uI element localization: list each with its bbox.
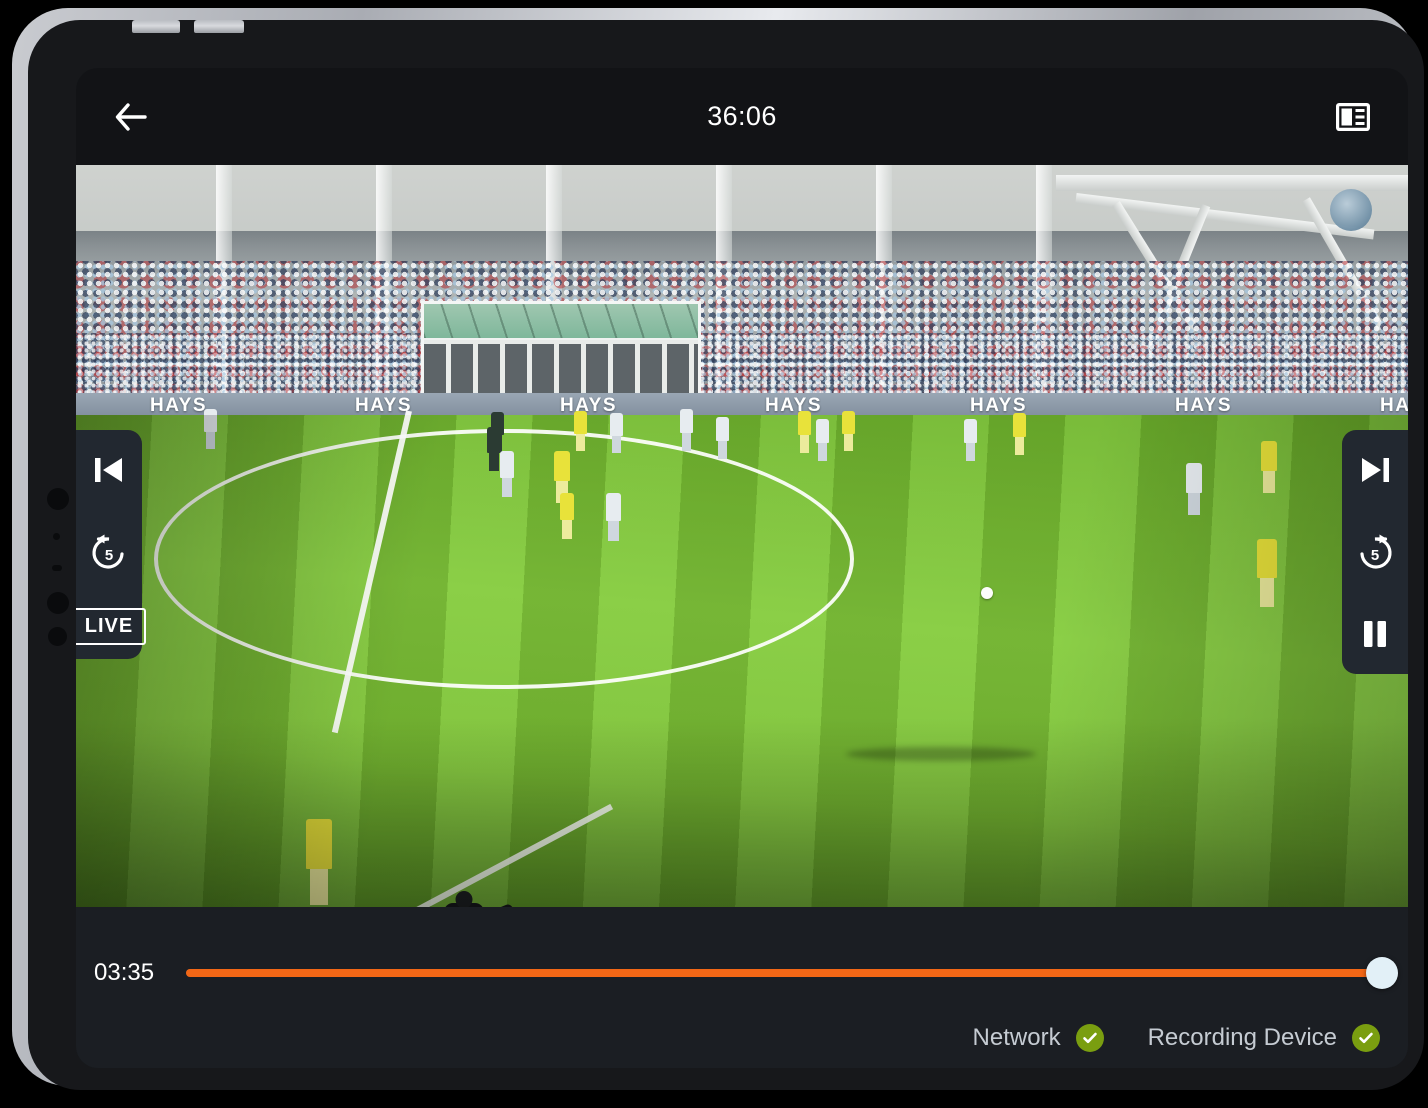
proximity-sensor [52, 565, 62, 571]
seek-bar-thumb[interactable] [1366, 957, 1398, 989]
advert-board: HAYS [149, 395, 208, 416]
elapsed-time: 03:35 [94, 959, 155, 986]
tablet-device-frame: 36:06 HAYS HAYS HAYS HAYS HAYS HAYS HA 5… [12, 8, 1424, 1090]
skip-to-end-icon [1362, 458, 1389, 482]
forward-5-button[interactable]: 5 [1349, 526, 1401, 578]
panel-toggle-button[interactable] [1326, 90, 1380, 144]
pause-button[interactable] [1349, 608, 1401, 660]
advert-board: HAYS [764, 395, 823, 416]
live-badge-button[interactable]: LIVE [76, 608, 147, 645]
app-screen: 36:06 HAYS HAYS HAYS HAYS HAYS HAYS HA 5… [76, 68, 1408, 1068]
status-recording-device: Recording Device [1148, 1024, 1380, 1052]
skip-to-start-icon [95, 458, 122, 482]
rewind-5-button[interactable]: 5 [83, 526, 135, 578]
playback-bottom-bar: 03:35 Network Recording Device [76, 907, 1408, 1068]
top-bar: 36:06 [76, 68, 1408, 165]
hospitality-box [421, 301, 701, 400]
match-video-frame: HAYS HAYS HAYS HAYS HAYS HAYS HAYS [76, 165, 1408, 907]
ambient-light-sensor [53, 533, 60, 540]
skip-to-start-button[interactable] [83, 444, 135, 496]
forward-5-icon: 5 [1360, 534, 1392, 569]
volume-down-button[interactable] [194, 20, 244, 33]
pitch-vignette [76, 717, 1408, 907]
arrow-left-icon [115, 102, 147, 131]
skip-to-end-button[interactable] [1349, 444, 1401, 496]
advert-board: HAYS [1379, 395, 1408, 416]
match-clock: 36:06 [707, 101, 777, 131]
seek-bar-fill [186, 969, 1382, 977]
check-circle-icon [1352, 1024, 1380, 1052]
advert-board: HAYS [559, 395, 618, 416]
tablet-device-body: 36:06 HAYS HAYS HAYS HAYS HAYS HAYS HA 5… [28, 20, 1424, 1090]
status-recording-device-label: Recording Device [1147, 1024, 1337, 1051]
infrared-emitter [48, 627, 67, 646]
advert-board: HAYS [969, 395, 1028, 416]
hospitality-windows [424, 344, 698, 400]
svg-text:5: 5 [1371, 547, 1379, 564]
check-circle-icon [1075, 1024, 1104, 1052]
status-indicators: Network Recording Device [973, 1024, 1380, 1052]
status-network-label: Network [972, 1024, 1061, 1051]
svg-text:5: 5 [105, 547, 113, 564]
front-camera-lens [47, 488, 69, 510]
advert-board: HAYS [354, 395, 413, 416]
rewind-5-icon: 5 [92, 534, 124, 569]
volume-up-button[interactable] [132, 20, 180, 33]
sidebar-panel-icon [1336, 102, 1370, 131]
video-player-surface[interactable]: HAYS HAYS HAYS HAYS HAYS HAYS HAYS [76, 165, 1408, 907]
club-badge [1330, 189, 1372, 231]
pause-icon [1364, 621, 1386, 647]
depth-camera-lens [47, 592, 69, 614]
checkmark-glyph [1082, 1032, 1097, 1044]
hospitality-roof [424, 304, 698, 340]
seek-row: 03:35 [76, 957, 1408, 989]
seek-bar-track[interactable] [186, 957, 1398, 989]
football-pitch [76, 409, 1408, 907]
advert-board: HAYS [1174, 395, 1233, 416]
checkmark-glyph [1359, 1032, 1373, 1044]
status-network: Network [973, 1024, 1104, 1052]
right-control-cluster: 5 [1342, 430, 1408, 674]
back-button[interactable] [104, 90, 158, 144]
left-control-cluster: 5 LIVE [76, 430, 147, 659]
